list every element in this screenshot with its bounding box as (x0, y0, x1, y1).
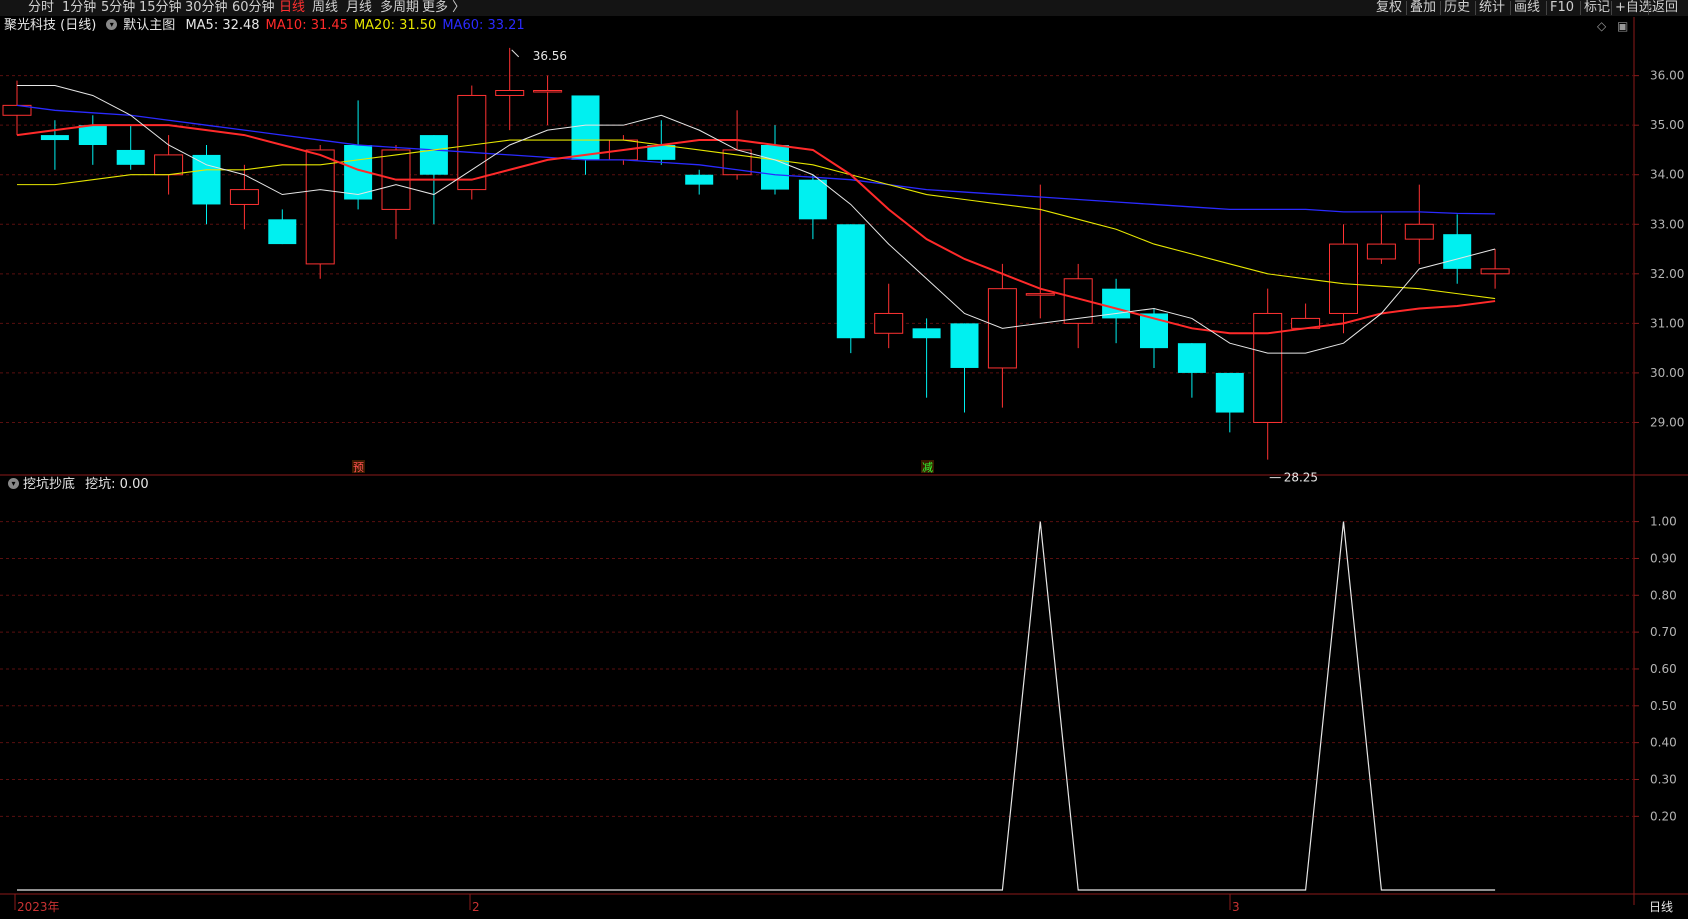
candle-down (571, 95, 600, 160)
price-tick-label: 36.00 (1650, 69, 1684, 83)
candle-down (1215, 372, 1244, 413)
indicator-tick-label: 0.60 (1650, 662, 1677, 676)
kline-chart[interactable]: 36.0035.0034.0033.0032.0031.0030.0029.00… (0, 0, 1688, 919)
candle-down (685, 174, 714, 185)
candle-up (229, 189, 259, 205)
price-tick-label: 35.00 (1650, 118, 1684, 132)
candle-down (1177, 343, 1206, 373)
indicator-tick-label: 0.30 (1650, 772, 1677, 786)
candle-down (950, 323, 979, 368)
indicator-tick-label: 0.50 (1650, 699, 1677, 713)
candle-down (268, 219, 297, 245)
indicator-tick-label: 0.40 (1650, 736, 1677, 750)
indicator-tick-label: 1.00 (1650, 515, 1677, 529)
candle-down (912, 328, 941, 339)
ma10-line (16, 124, 1496, 335)
candle-down (1443, 234, 1472, 269)
sub-chart-infobar: ▾ 挖坑抄底 挖坑: 0.00 (4, 476, 149, 494)
price-tick-label: 30.00 (1650, 366, 1684, 380)
candle-up (874, 312, 904, 334)
candle-up (1480, 268, 1510, 275)
candle-up (1404, 223, 1434, 240)
price-tick-label: 29.00 (1650, 415, 1684, 429)
candle-down (836, 224, 865, 339)
candle-down (798, 179, 827, 220)
indicator-tick-label: 0.20 (1650, 809, 1677, 823)
price-tick-label: 31.00 (1650, 316, 1684, 330)
candle-down (419, 135, 448, 175)
candle-down (761, 145, 789, 190)
ma20-line (17, 139, 1496, 300)
candle-up (1025, 293, 1055, 296)
candle-down (116, 149, 145, 165)
price-tick-label: 34.00 (1650, 168, 1684, 182)
price-tick-label: 32.00 (1650, 267, 1684, 281)
period-indicator: 日线 (1649, 900, 1673, 914)
indicator-tick-label: 0.80 (1650, 588, 1677, 602)
candle-up (1253, 312, 1283, 423)
candle-up (154, 154, 184, 176)
candle-up (495, 90, 525, 96)
indicator-title[interactable]: 挖坑抄底 (23, 477, 75, 492)
candle-up (1329, 243, 1358, 314)
high-price-label: 36.56 (533, 49, 567, 63)
indicator-tick-label: 0.70 (1650, 625, 1677, 639)
indicator-value: 挖坑: 0.00 (85, 477, 149, 492)
low-price-label: 28.25 (1284, 471, 1318, 485)
candle-down (192, 154, 221, 205)
candle-up (457, 94, 487, 191)
event-marker-0: 预 (353, 461, 364, 474)
event-marker-1: 减 (922, 461, 933, 474)
price-tick-label: 33.00 (1650, 217, 1684, 231)
time-axis-label-0: 2023年 (17, 900, 60, 914)
time-axis-label-1: 2 (472, 900, 480, 914)
candle-down (78, 125, 107, 145)
time-axis-label-2: 3 (1232, 900, 1240, 914)
high-pointer (511, 49, 520, 58)
candle-up (305, 149, 335, 265)
candle-up (533, 90, 563, 93)
indicator-tick-label: 0.90 (1650, 551, 1677, 565)
candle-down (40, 135, 69, 141)
candle-up (1366, 243, 1396, 260)
indicator-dropdown-icon[interactable]: ▾ (8, 478, 19, 489)
